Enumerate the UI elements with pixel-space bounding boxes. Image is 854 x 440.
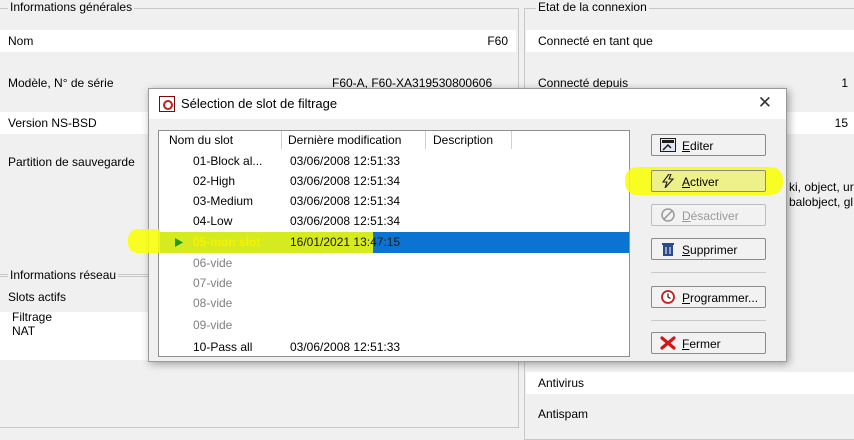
version-value: 15 xyxy=(834,116,848,130)
slot-name: 10-Pass all xyxy=(193,340,253,354)
partition-label: Partition de sauvegarde xyxy=(8,155,135,169)
slot-row-selected[interactable]: 05-mon slot 16/01/2021 13:47:15 xyxy=(159,232,629,253)
slot-list[interactable]: Nom du slot Dernière modification Descri… xyxy=(158,130,630,357)
nom-value: F60 xyxy=(487,34,508,48)
slots-row: Slots actifs xyxy=(0,286,148,308)
slot-row[interactable]: 09-vide xyxy=(159,315,629,335)
activate-button[interactable]: Activer xyxy=(651,170,766,192)
antivirus-row: Antivirus xyxy=(526,372,854,394)
nom-row: Nom F60 xyxy=(0,30,516,52)
close-icon[interactable]: ✕ xyxy=(758,93,772,113)
deactivate-button[interactable]: Désactiver xyxy=(651,204,766,226)
clock-icon xyxy=(661,290,675,304)
connecte-label: Connecté en tant que xyxy=(538,34,653,48)
slot-name: 07-vide xyxy=(193,276,233,290)
antispam-row: Antispam xyxy=(526,403,854,425)
slot-name: 03-Medium xyxy=(193,194,254,208)
slot-row[interactable]: 01-Block al... 03/06/2008 12:51:33 xyxy=(159,151,629,171)
slot-name: 02-High xyxy=(193,174,236,188)
button-separator xyxy=(651,320,766,321)
edit-button[interactable]: Editer xyxy=(651,134,766,156)
slot-modified: 03/06/2008 12:51:34 xyxy=(290,194,401,208)
modele-label: Modèle, N° de série xyxy=(8,76,114,90)
slot-modified: 03/06/2008 12:51:34 xyxy=(290,174,401,188)
lightning-icon xyxy=(661,174,675,188)
marker-highlight xyxy=(128,229,160,253)
red-x-icon xyxy=(660,336,676,350)
edit-label: Editer xyxy=(682,139,714,153)
general-info-title: Informations générales xyxy=(8,0,135,14)
column-divider[interactable] xyxy=(281,131,282,149)
dialog-title: Sélection de slot de filtrage xyxy=(181,96,338,111)
connection-title: Etat de la connexion xyxy=(536,0,649,14)
slot-name: 08-vide xyxy=(193,296,233,310)
slot-modified: 03/06/2008 12:51:34 xyxy=(290,214,401,228)
app-logo-icon xyxy=(159,96,175,112)
partition-row: Partition de sauvegarde xyxy=(0,151,148,173)
network-info-title: Informations réseau xyxy=(8,268,119,282)
objects-line-1: ki, object, ur xyxy=(789,180,854,194)
nom-label: Nom xyxy=(8,34,34,48)
slot-row[interactable]: 06-vide xyxy=(159,253,629,273)
column-header-modified[interactable]: Dernière modification xyxy=(288,131,401,149)
delete-label: Supprimer xyxy=(682,243,738,257)
objects-text: ki, object, ur balobject, gl xyxy=(789,180,854,210)
edit-icon xyxy=(660,138,676,152)
slot-modified: 16/01/2021 13:47:15 xyxy=(290,235,401,249)
column-divider[interactable] xyxy=(425,131,426,149)
column-header-name[interactable]: Nom du slot xyxy=(169,131,233,149)
delete-button[interactable]: Supprimer xyxy=(651,238,766,260)
slot-row[interactable]: 10-Pass all 03/06/2008 12:51:33 xyxy=(159,337,629,356)
depuis-value: 1 xyxy=(841,76,848,90)
connecte-row: Connecté en tant que xyxy=(526,30,854,52)
antispam-label: Antispam xyxy=(538,407,589,421)
version-row: Version NS-BSD xyxy=(0,112,148,134)
slot-row[interactable]: 07-vide xyxy=(159,273,629,293)
active-slot-arrow-icon xyxy=(175,238,183,247)
slots-label: Slots actifs xyxy=(8,290,67,304)
slot-name: 06-vide xyxy=(193,256,233,270)
objects-line-2: balobject, gl xyxy=(789,195,854,209)
version-label: Version NS-BSD xyxy=(8,116,97,130)
slot-row[interactable]: 02-High 03/06/2008 12:51:34 xyxy=(159,171,629,191)
close-label: Fermer xyxy=(682,337,721,351)
nat-label: NAT xyxy=(12,324,36,338)
schedule-button[interactable]: Programmer... xyxy=(651,286,766,308)
slot-name: 04-Low xyxy=(193,214,233,228)
dialog-title-bar[interactable]: Sélection de slot de filtrage ✕ xyxy=(149,89,786,119)
activate-label: Activer xyxy=(682,175,719,189)
close-button[interactable]: Fermer xyxy=(651,332,766,354)
trash-icon xyxy=(662,243,674,256)
slot-modified: 03/06/2008 12:51:33 xyxy=(290,340,401,354)
button-separator xyxy=(651,272,766,273)
forbidden-icon xyxy=(661,208,675,222)
antivirus-label: Antivirus xyxy=(538,376,585,390)
column-header-description[interactable]: Description xyxy=(433,131,493,149)
slot-row[interactable]: 03-Medium 03/06/2008 12:51:34 xyxy=(159,191,629,211)
deactivate-label: Désactiver xyxy=(682,209,739,223)
slot-name: 09-vide xyxy=(193,318,233,332)
schedule-label: Programmer... xyxy=(682,291,759,305)
column-divider[interactable] xyxy=(511,131,512,149)
slot-name: 01-Block al... xyxy=(193,154,263,168)
version-value-row: 15 xyxy=(786,112,854,134)
slot-row[interactable]: 04-Low 03/06/2008 12:51:34 xyxy=(159,211,629,231)
slot-modified: 03/06/2008 12:51:33 xyxy=(290,154,401,168)
slot-name: 05-mon slot xyxy=(193,235,261,249)
slot-row[interactable]: 08-vide xyxy=(159,293,629,313)
active-slots-box: Filtrage NAT xyxy=(0,310,148,360)
